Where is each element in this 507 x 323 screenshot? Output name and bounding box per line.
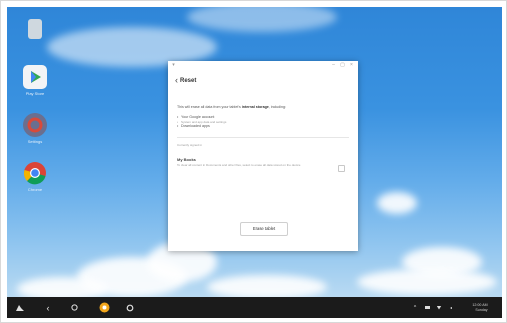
desktop-icon-chrome[interactable]: Chrome: [19, 161, 51, 192]
taskbar-settings-button[interactable]: [124, 297, 136, 318]
divider: [177, 137, 349, 138]
desktop-icon-label: Chrome: [27, 187, 43, 192]
back-icon: ‹: [46, 302, 50, 313]
tray-arrow-icon[interactable]: ^: [411, 297, 419, 318]
home-button[interactable]: [69, 297, 79, 318]
intro-prefix: This will erase all data from your table…: [177, 105, 241, 109]
desktop-icon-label: Play Store: [25, 91, 45, 96]
section-hint: Currently signed in: [177, 143, 203, 147]
window-titlebar[interactable]: ▾ – ▢ ×: [168, 61, 358, 70]
settings-icon: [23, 113, 47, 137]
tray-date: Sunday: [475, 307, 488, 312]
window-menu-icon[interactable]: ▾: [171, 63, 176, 68]
list-item-text: Downloaded apps: [181, 124, 210, 129]
list-item: • Downloaded apps: [177, 124, 210, 129]
option-checkbox[interactable]: [338, 165, 345, 172]
back-button[interactable]: ‹: [43, 297, 53, 318]
minimize-icon[interactable]: –: [331, 63, 336, 68]
app-orange-icon: [99, 302, 109, 313]
intro-bold: internal storage: [241, 105, 269, 109]
trash-icon: [28, 19, 42, 39]
option-description: To clear all content in Documents and ot…: [177, 163, 301, 167]
option-title: My Books: [177, 157, 196, 162]
play-store-icon: [23, 65, 47, 89]
reset-dialog: ▾ – ▢ × ‹ Reset This will erase all data…: [168, 61, 358, 251]
erase-option[interactable]: My Books To clear all content in Documen…: [177, 157, 349, 187]
erase-tablet-button[interactable]: Erase tablet: [240, 222, 288, 236]
dialog-header: ‹ Reset: [175, 76, 196, 85]
wifi-icon[interactable]: [435, 297, 443, 318]
intro-suffix: , including:: [268, 105, 286, 109]
battery-icon[interactable]: [423, 297, 431, 318]
desktop-icon-label: Settings: [27, 139, 43, 144]
intro-text: This will erase all data from your table…: [177, 105, 349, 110]
gear-icon: [126, 304, 134, 311]
desktop-icon-settings[interactable]: Settings: [19, 113, 51, 144]
maximize-icon[interactable]: ▢: [340, 63, 345, 68]
tray-clock[interactable]: 12:00 AM Sunday: [463, 297, 497, 318]
launcher-button[interactable]: [13, 297, 27, 318]
desktop-icon-play-store[interactable]: Play Store: [19, 65, 51, 96]
screen: Play Store Settings Chrome ▾ – ▢ × ‹ Res…: [0, 0, 507, 323]
close-icon[interactable]: ×: [349, 63, 354, 68]
home-icon: [70, 304, 78, 311]
erase-list: • Your Google account • System and app dat…: [177, 115, 349, 129]
volume-icon[interactable]: ◂: [447, 297, 455, 318]
chrome-icon: [23, 161, 47, 185]
tray-time: 12:00 AM: [472, 303, 488, 307]
desktop-icon-trash[interactable]: [19, 19, 51, 41]
launcher-icon: [16, 304, 24, 311]
page-title: Reset: [180, 77, 197, 84]
taskbar: ‹ ^ ◂ 12:00 AM Sunday: [7, 297, 502, 318]
taskbar-app-active[interactable]: [97, 297, 111, 318]
back-arrow-icon[interactable]: ‹: [175, 76, 178, 85]
